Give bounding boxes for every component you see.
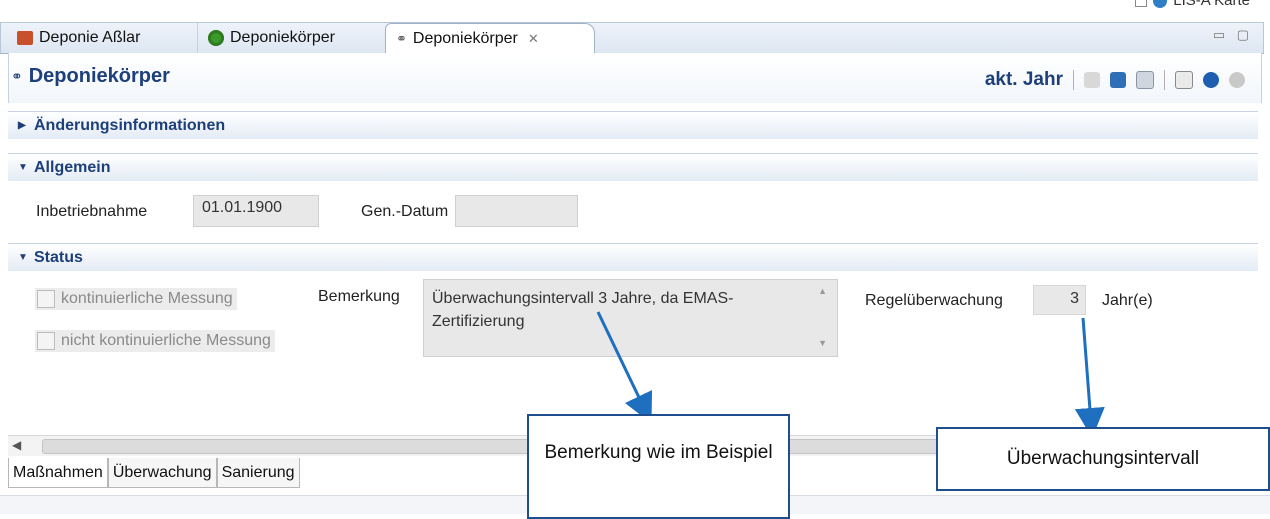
arrow-interval [1074, 317, 1105, 438]
arrow-bemerkung [596, 311, 653, 424]
callout-interval: Überwachungsintervall [936, 427, 1270, 491]
callout-bemerkung: Bemerkung wie im Beispiel [527, 414, 790, 519]
